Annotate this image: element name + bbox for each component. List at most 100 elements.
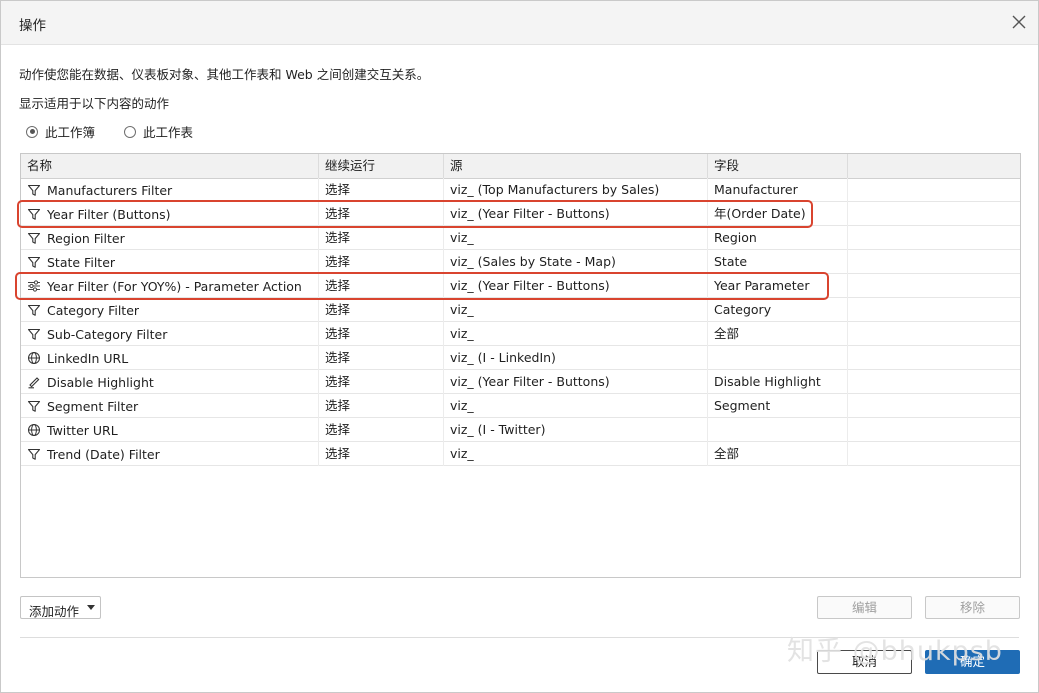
cell-empty <box>848 394 1020 418</box>
action-name: State Filter <box>47 254 116 270</box>
column-header-field[interactable]: 字段 <box>708 154 848 178</box>
cell-source: viz_ (I - LinkedIn) <box>444 346 708 370</box>
action-name: Segment Filter <box>47 398 139 414</box>
filter-icon <box>27 208 41 220</box>
column-header-name[interactable]: 名称 <box>21 154 319 178</box>
cell-field <box>708 346 848 370</box>
cell-source: viz_ <box>444 298 708 322</box>
cell-source: viz_ <box>444 442 708 466</box>
radio-this-sheet[interactable]: 此工作表 <box>124 122 193 141</box>
cell-name: Year Filter (Buttons) <box>21 202 319 226</box>
table-row[interactable]: Sub-Category Filter 选择 viz_ 全部 <box>21 322 1020 346</box>
cell-name: Year Filter (For YOY%) - Parameter Actio… <box>21 274 319 298</box>
column-header-empty <box>848 154 1020 178</box>
cell-run-on: 选择 <box>319 322 444 346</box>
table-row[interactable]: Category Filter 选择 viz_ Category <box>21 298 1020 322</box>
cell-run-on: 选择 <box>319 178 444 202</box>
cell-empty <box>848 418 1020 442</box>
globe-icon <box>28 352 40 364</box>
cell-run-on: 选择 <box>319 202 444 226</box>
filter-icon <box>27 328 41 340</box>
cell-field: Category <box>708 298 848 322</box>
radio-unselected-icon[interactable] <box>124 125 137 138</box>
cell-source: viz_ (Top Manufacturers by Sales) <box>444 178 708 202</box>
cell-field: 全部 <box>708 322 848 346</box>
highlight-pen-icon <box>28 377 40 389</box>
cell-run-on: 选择 <box>319 370 444 394</box>
cell-name: Segment Filter <box>21 394 319 418</box>
cell-empty <box>848 274 1020 298</box>
cell-field: State <box>708 250 848 274</box>
table-row[interactable]: Manufacturers Filter 选择 viz_ (Top Manufact… <box>21 178 1020 202</box>
filter-icon <box>27 184 41 196</box>
remove-button[interactable]: 移除 <box>925 596 1020 619</box>
column-header-source[interactable]: 源 <box>444 154 708 178</box>
actions-table: 名称 继续运行 源 字段 Manufacturers Filter 选择 viz_ … <box>20 153 1021 578</box>
cell-source: viz_ (Year Filter - Buttons) <box>444 370 708 394</box>
table-row[interactable]: LinkedIn URL 选择 viz_ (I - LinkedIn) <box>21 346 1020 370</box>
cell-field: Year Parameter <box>708 274 848 298</box>
cell-source: viz_ (Sales by State - Map) <box>444 250 708 274</box>
radio-selected-icon[interactable] <box>26 125 38 138</box>
cell-field: Manufacturer <box>708 178 848 202</box>
globe-icon <box>28 424 40 436</box>
table-row[interactable]: Region Filter 选择 viz_ Region <box>21 226 1020 250</box>
table-row[interactable]: Year Filter (For YOY%) - Parameter Actio… <box>21 274 1020 298</box>
chevron-down-icon <box>87 605 95 610</box>
cell-source: viz_ (Year Filter - Buttons) <box>444 274 708 298</box>
close-icon[interactable] <box>1010 13 1028 31</box>
cell-empty <box>848 250 1020 274</box>
cell-empty <box>848 346 1020 370</box>
action-name: Year Filter (Buttons) <box>47 206 171 222</box>
cell-empty <box>848 298 1020 322</box>
cell-empty <box>848 442 1020 466</box>
action-name: Year Filter (For YOY%) - Parameter Actio… <box>47 278 302 294</box>
action-name: Region Filter <box>47 230 125 246</box>
cell-source: viz_ <box>444 394 708 418</box>
cell-empty <box>848 322 1020 346</box>
table-row[interactable]: Segment Filter 选择 viz_ Segment <box>21 394 1020 418</box>
ok-button[interactable]: 确定 <box>925 650 1020 674</box>
edit-button[interactable]: 编辑 <box>817 596 912 619</box>
cell-name: Twitter URL <box>21 418 319 442</box>
cell-field: Region <box>708 226 848 250</box>
filter-icon <box>27 256 41 268</box>
cell-name: Manufacturers Filter <box>21 178 319 202</box>
filter-icon <box>27 304 41 316</box>
cell-source: viz_ (Year Filter - Buttons) <box>444 202 708 226</box>
cell-name: Sub-Category Filter <box>21 322 319 346</box>
cell-run-on: 选择 <box>319 226 444 250</box>
column-header-run-on[interactable]: 继续运行 <box>319 154 444 178</box>
cancel-button[interactable]: 取消 <box>817 650 912 674</box>
cell-run-on: 选择 <box>319 250 444 274</box>
footer-divider <box>20 637 1019 638</box>
cell-run-on: 选择 <box>319 418 444 442</box>
add-action-button[interactable]: 添加动作 <box>20 596 101 619</box>
dialog-description: 动作使您能在数据、仪表板对象、其他工作表和 Web 之间创建交互关系。 <box>19 67 430 82</box>
dialog-titlebar: 操作 <box>1 1 1038 45</box>
cell-run-on: 选择 <box>319 346 444 370</box>
table-row[interactable]: Disable Highlight 选择 viz_ (Year Filter - B… <box>21 370 1020 394</box>
cell-field <box>708 418 848 442</box>
parameter-icon <box>28 280 40 292</box>
table-row[interactable]: State Filter 选择 viz_ (Sales by State - Map… <box>21 250 1020 274</box>
radio-label: 此工作表 <box>143 125 194 140</box>
filter-icon <box>27 448 41 460</box>
cell-field: 全部 <box>708 442 848 466</box>
table-row[interactable]: Twitter URL 选择 viz_ (I - Twitter) <box>21 418 1020 442</box>
cell-empty <box>848 178 1020 202</box>
table-row[interactable]: Trend (Date) Filter 选择 viz_ 全部 <box>21 442 1020 466</box>
table-row[interactable]: Year Filter (Buttons) 选择 viz_ (Year Filter… <box>21 202 1020 226</box>
action-name: Twitter URL <box>47 422 118 438</box>
cell-source: viz_ (I - Twitter) <box>444 418 708 442</box>
action-name: Sub-Category Filter <box>47 326 168 342</box>
cell-field: Disable Highlight <box>708 370 848 394</box>
cell-field: Segment <box>708 394 848 418</box>
radio-this-workbook[interactable]: 此工作簿 <box>26 122 95 141</box>
action-name: Manufacturers Filter <box>47 182 173 198</box>
filter-icon <box>27 400 41 412</box>
filter-icon <box>27 232 41 244</box>
cell-name: Region Filter <box>21 226 319 250</box>
radio-label: 此工作簿 <box>45 125 96 140</box>
cell-name: Category Filter <box>21 298 319 322</box>
